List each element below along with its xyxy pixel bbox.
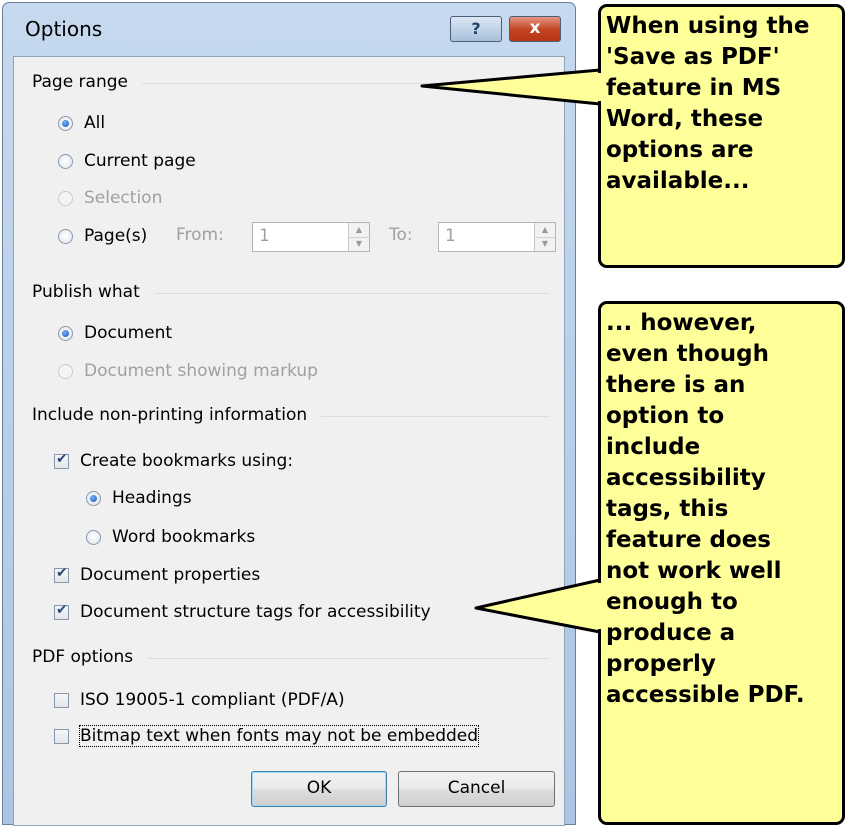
bottom-callout-pointer [474,578,602,634]
top-callout-pointer [420,68,602,106]
callout-bottom: ... however, even though there is an opt… [598,301,845,825]
callout-top: When using the 'Save as PDF' feature in … [598,4,845,268]
callout-seam [598,583,604,629]
callout-seam [598,73,604,101]
